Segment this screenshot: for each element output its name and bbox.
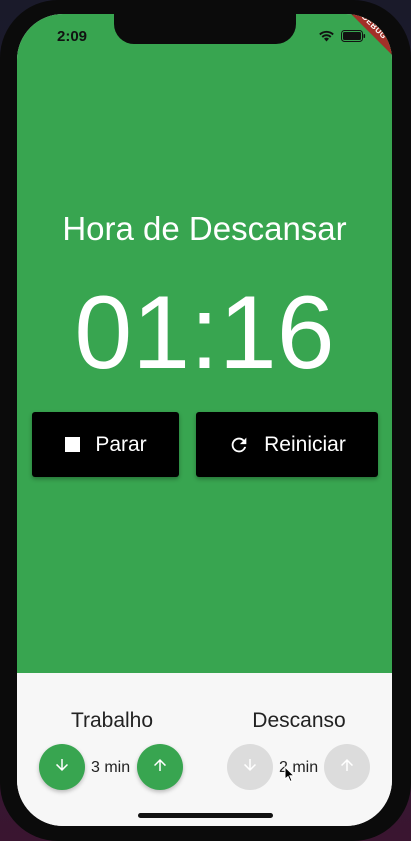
arrow-down-icon bbox=[53, 756, 71, 779]
work-label: Trabalho bbox=[70, 709, 154, 732]
app-screen: 2:09 DEBUG Hora de Descansar 01:16 Parar… bbox=[17, 14, 392, 826]
status-time: 2:09 bbox=[57, 28, 88, 45]
rest-label: Descanso bbox=[252, 709, 346, 732]
refresh-icon bbox=[228, 434, 250, 456]
mode-title: Hora de Descansar bbox=[62, 210, 347, 247]
arrow-up-icon bbox=[151, 756, 169, 779]
mouse-cursor-icon bbox=[284, 765, 296, 788]
rest-decrease-button[interactable] bbox=[227, 744, 273, 790]
notch bbox=[114, 14, 296, 44]
timer-display: 01:16 bbox=[74, 275, 335, 391]
home-indicator bbox=[138, 813, 273, 818]
status-icons bbox=[318, 29, 366, 47]
wifi-icon bbox=[318, 29, 335, 47]
restart-button-label: Reiniciar bbox=[264, 432, 346, 456]
work-decrease-button[interactable] bbox=[39, 744, 85, 790]
stop-button-label: Parar bbox=[95, 432, 147, 456]
rest-increase-button[interactable] bbox=[324, 744, 370, 790]
stop-button[interactable]: Parar bbox=[32, 412, 179, 477]
arrow-down-icon bbox=[241, 756, 259, 779]
status-bar: 2:09 DEBUG bbox=[17, 14, 392, 61]
work-duration-value: 3 min bbox=[91, 759, 131, 776]
stop-icon bbox=[64, 436, 81, 453]
restart-button[interactable]: Reiniciar bbox=[196, 412, 378, 477]
work-increase-button[interactable] bbox=[137, 744, 183, 790]
battery-icon bbox=[341, 29, 366, 47]
phone-frame: 2:09 DEBUG Hora de Descansar 01:16 Parar… bbox=[0, 0, 411, 841]
arrow-up-icon bbox=[338, 756, 356, 779]
